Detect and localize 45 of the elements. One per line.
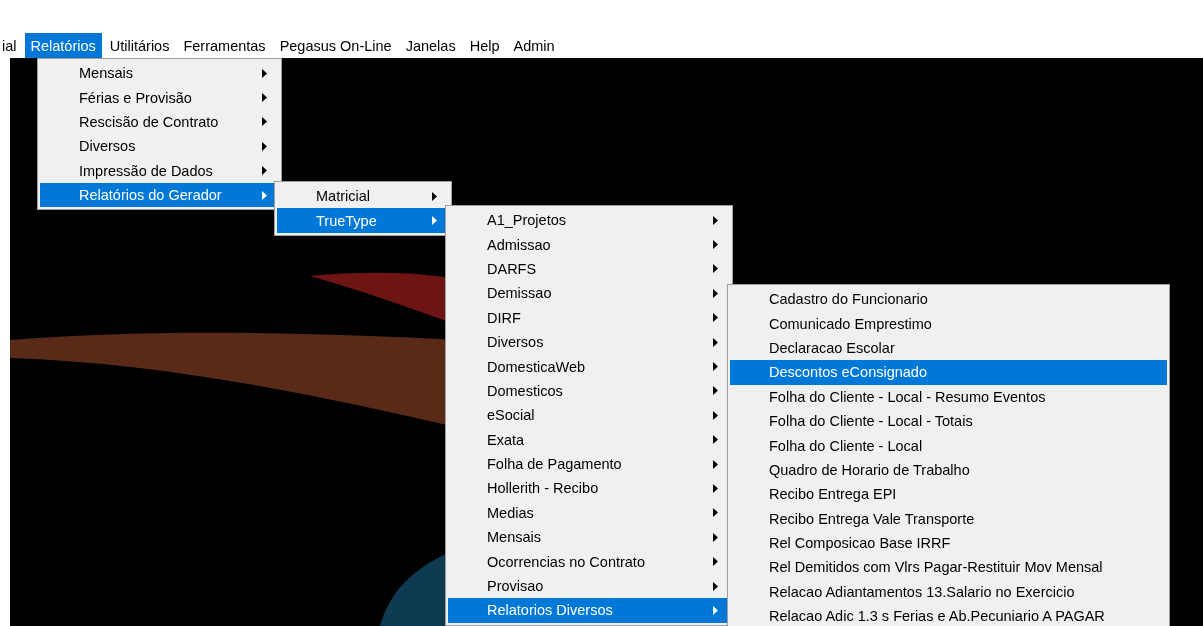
menu-bar-item[interactable]: Help: [463, 33, 506, 58]
menu-item[interactable]: Diversos: [40, 134, 279, 159]
menu-bar-item[interactable]: Admin: [507, 33, 561, 58]
menu-item[interactable]: Relacao Adic 1.3 s Ferias e Ab.Pecuniario A PAGAR: [730, 604, 1167, 626]
menu-item[interactable]: Admissao: [448, 232, 730, 257]
menu-item[interactable]: Impressão de Dados: [40, 158, 279, 183]
menu-item[interactable]: DomesticaWeb: [448, 354, 730, 379]
menu-item[interactable]: Mensais: [40, 61, 279, 86]
menu-item[interactable]: Hollerith - Recibo: [448, 476, 730, 501]
menu-item[interactable]: Rel Composicao Base IRRF: [730, 530, 1167, 556]
menu-item[interactable]: Relatorios Diversos: [448, 598, 730, 623]
menu-item[interactable]: Folha de Pagamento: [448, 451, 730, 477]
menu-item[interactable]: Diversos: [448, 329, 730, 355]
menu-item[interactable]: Folha do Cliente - Local - Resumo Eventos: [730, 384, 1167, 409]
menu-bar-item[interactable]: Ferramentas: [177, 33, 272, 58]
menu-item[interactable]: DIRF: [448, 305, 730, 330]
menu-bar-item[interactable]: Utilitários: [103, 33, 176, 58]
menu-item[interactable]: Matricial: [277, 184, 449, 209]
menu-bar-item[interactable]: Pegasus On-Line: [273, 33, 398, 58]
menu-item[interactable]: Domesticos: [448, 378, 730, 404]
menu-item[interactable]: Provisao: [448, 573, 730, 599]
menu-item[interactable]: Mensais: [448, 525, 730, 550]
menu-item[interactable]: Demissao: [448, 281, 730, 306]
menu-item[interactable]: Quadro de Horario de Trabalho: [730, 457, 1167, 483]
menu-item[interactable]: Recibo Entrega EPI: [730, 482, 1167, 507]
menu-item[interactable]: Recibo Entrega Vale Transporte: [730, 506, 1167, 531]
menu-item[interactable]: A1_Projetos: [448, 208, 730, 233]
menu-item[interactable]: Folha do Cliente - Local: [730, 433, 1167, 458]
menu-item[interactable]: Exata: [448, 427, 730, 452]
menu-item[interactable]: eSocial: [448, 403, 730, 428]
menu-bar-item[interactable]: ial: [0, 33, 23, 58]
menu-item[interactable]: Rel Demitidos com Vlrs Pagar-Restituir Mov Mensal: [730, 555, 1167, 580]
menu-item[interactable]: Folha do Cliente - Local - Totais: [730, 408, 1167, 434]
menu-item[interactable]: Comunicado Emprestimo: [730, 311, 1167, 336]
menu-item[interactable]: Rescisão de Contrato: [40, 109, 279, 135]
menu-bar-item[interactable]: Relatórios: [24, 33, 102, 58]
menu-item[interactable]: Relacao Adiantamentos 13.Salario no Exercicio: [730, 579, 1167, 605]
menu-item[interactable]: Medias: [448, 500, 730, 526]
menu-item[interactable]: DARFS: [448, 256, 730, 282]
menu-item[interactable]: Declaracao Escolar: [730, 335, 1167, 361]
menu-item[interactable]: Cadastro do Funcionario: [730, 287, 1167, 312]
menu-item[interactable]: Férias e Provisão: [40, 85, 279, 110]
menu-bar-item[interactable]: Janelas: [399, 33, 462, 58]
menu-item[interactable]: Descontos eConsignado: [730, 360, 1167, 385]
menu-item[interactable]: Ocorrencias no Contrato: [448, 549, 730, 574]
